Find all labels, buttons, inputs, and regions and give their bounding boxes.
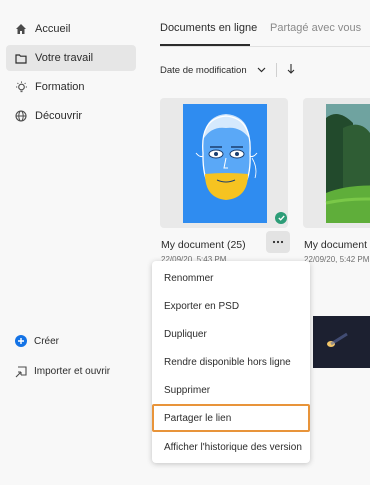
plus-circle-icon <box>14 334 28 348</box>
sidebar-item-decouvrir[interactable]: Découvrir <box>6 103 136 129</box>
landscape-artwork-image <box>325 104 370 223</box>
menu-item-duplicate[interactable]: Dupliquer <box>152 320 310 348</box>
ellipsis-icon <box>272 240 284 244</box>
portrait-artwork-image <box>183 104 267 223</box>
home-icon <box>14 22 28 36</box>
sidebar-item-label: Votre travail <box>35 52 94 64</box>
import-label: Importer et ouvrir <box>34 365 111 377</box>
tabs-divider <box>160 46 370 47</box>
sidebar-item-label: Découvrir <box>35 110 83 122</box>
sort-dropdown[interactable]: Date de modification <box>160 65 247 76</box>
menu-item-share-link[interactable]: Partager le lien <box>152 404 310 432</box>
lightbulb-icon <box>14 80 28 94</box>
document-thumbnail[interactable] <box>303 98 370 228</box>
document-date: 22/09/20, 5:42 PM <box>304 255 370 264</box>
document-title[interactable]: My document (25) <box>161 239 246 251</box>
create-button[interactable]: Créer <box>6 330 141 352</box>
tab-documents-en-ligne[interactable]: Documents en ligne <box>160 22 257 34</box>
sort-direction-icon[interactable] <box>287 63 295 77</box>
menu-item-make-offline[interactable]: Rendre disponible hors ligne <box>152 348 310 376</box>
sidebar-item-formation[interactable]: Formation <box>6 74 136 100</box>
folder-icon <box>14 51 28 65</box>
menu-item-rename[interactable]: Renommer <box>152 264 310 292</box>
menu-item-export-psd[interactable]: Exporter en PSD <box>152 292 310 320</box>
import-open-button[interactable]: Importer et ouvrir <box>6 360 141 382</box>
sidebar: Accueil Votre travail Formation Découvri… <box>0 0 145 485</box>
sort-divider <box>275 63 277 77</box>
chevron-down-icon[interactable] <box>257 65 266 76</box>
document-thumbnail[interactable] <box>313 316 370 368</box>
menu-item-delete[interactable]: Supprimer <box>152 376 310 404</box>
document-thumbnail[interactable] <box>160 98 288 228</box>
more-options-button[interactable] <box>266 231 290 253</box>
synced-check-icon <box>275 212 287 224</box>
sidebar-item-votre-travail[interactable]: Votre travail <box>6 45 136 71</box>
import-icon <box>14 364 28 378</box>
create-label: Créer <box>34 335 60 347</box>
tab-partage-avec-vous[interactable]: Partagé avec vous <box>270 22 361 34</box>
tab-bar: Documents en ligne Partagé avec vous <box>160 22 370 44</box>
menu-item-version-history[interactable]: Afficher l'historique des version <box>152 433 310 461</box>
document-title[interactable]: My document ( <box>304 239 370 251</box>
space-artwork-image <box>313 316 370 368</box>
context-menu: Renommer Exporter en PSD Dupliquer Rendr… <box>152 261 310 463</box>
sort-control: Date de modification <box>160 63 295 77</box>
sidebar-item-accueil[interactable]: Accueil <box>6 16 136 42</box>
sidebar-item-label: Accueil <box>35 23 71 35</box>
globe-icon <box>14 109 28 123</box>
sidebar-item-label: Formation <box>35 81 85 93</box>
